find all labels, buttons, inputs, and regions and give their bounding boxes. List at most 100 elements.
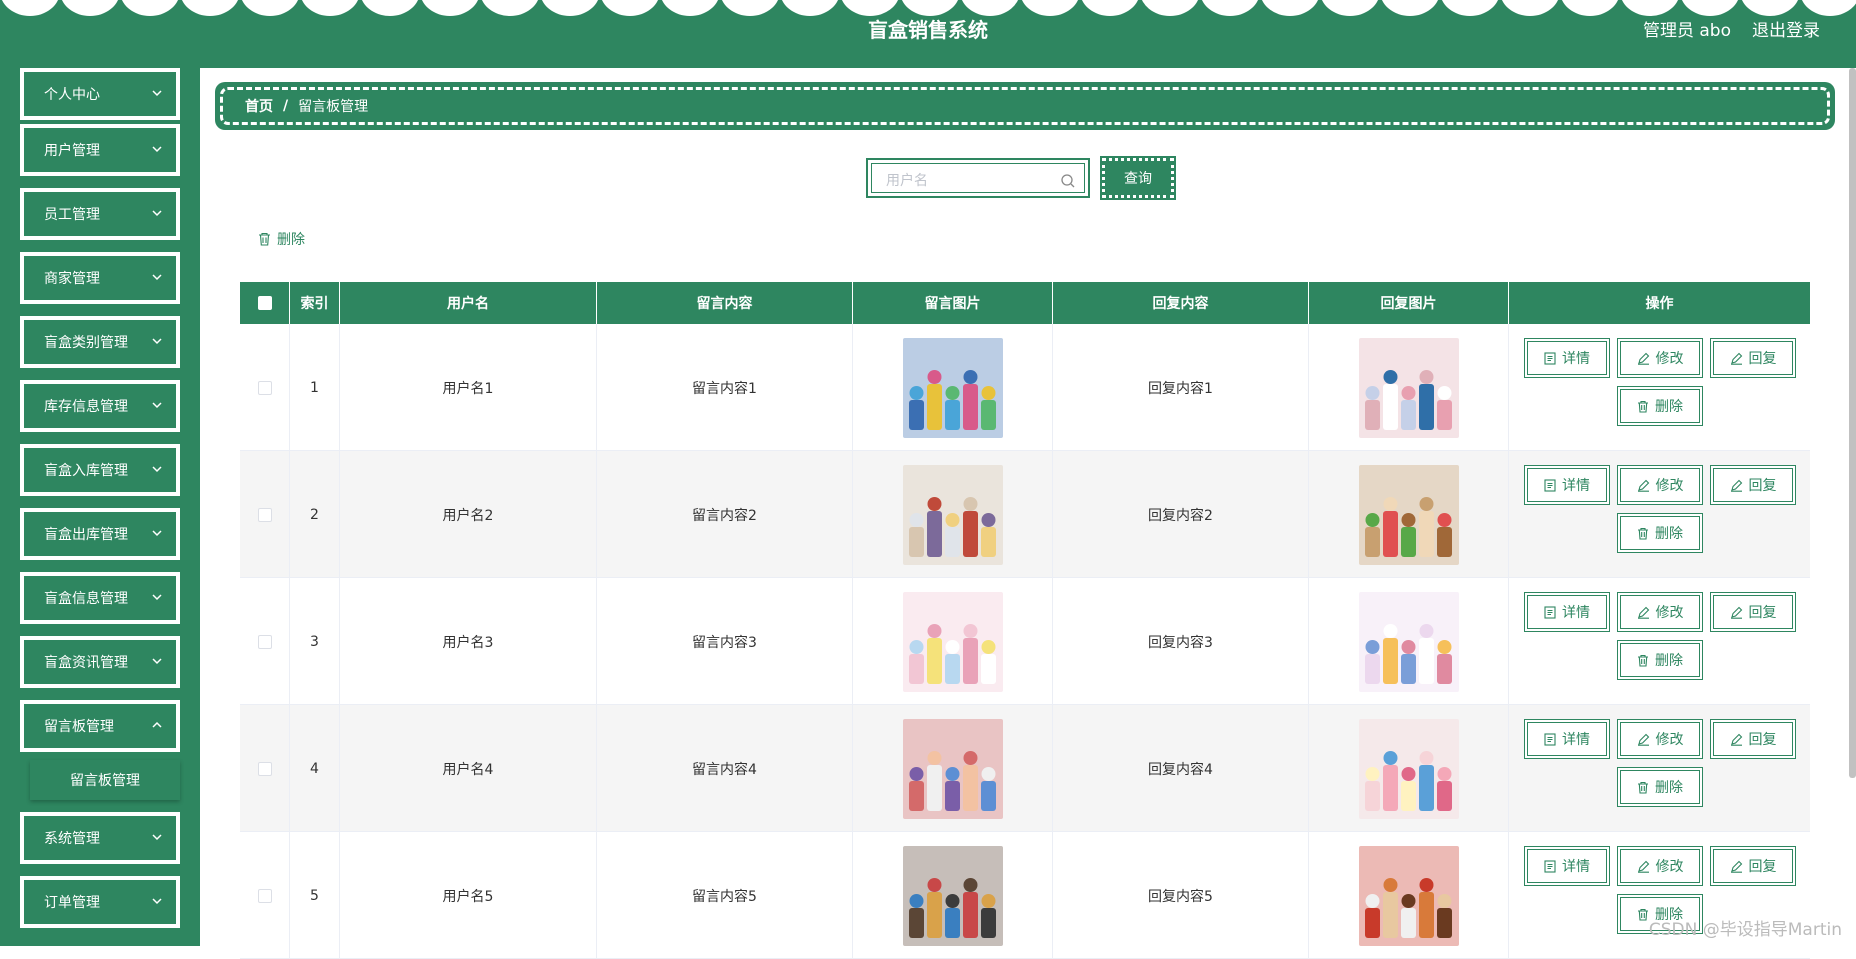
sidebar-item-news[interactable]: 盲盒资讯管理	[20, 636, 180, 688]
cell-reply: 回复内容2	[1053, 451, 1309, 578]
trash-icon	[1637, 908, 1649, 921]
message-image[interactable]	[903, 719, 1003, 819]
sidebar-item-profile[interactable]: 个人中心	[20, 68, 180, 120]
edit-button[interactable]: 修改	[1617, 592, 1703, 632]
message-image[interactable]	[903, 846, 1003, 946]
row-checkbox[interactable]	[258, 381, 272, 395]
cell-actions: 详情 修改回复删除	[1509, 705, 1810, 832]
sidebar-item-stock-in[interactable]: 盲盒入库管理	[20, 444, 180, 496]
reply-image[interactable]	[1359, 846, 1459, 946]
cell-index: 3	[290, 578, 340, 705]
chevron-down-icon	[150, 590, 164, 604]
username-search-input[interactable]	[886, 170, 1056, 192]
chevron-down-icon	[150, 654, 164, 668]
pencil-icon	[1730, 606, 1743, 619]
sidebar-item-box-categories[interactable]: 盲盒类别管理	[20, 316, 180, 368]
sidebar-item-merchants[interactable]: 商家管理	[20, 252, 180, 304]
cell-reply-image	[1309, 705, 1509, 832]
header-select-all[interactable]	[240, 282, 290, 324]
batch-delete-button[interactable]: 删除	[258, 230, 305, 248]
edit-button[interactable]: 修改	[1617, 846, 1703, 886]
row-checkbox[interactable]	[258, 762, 272, 776]
breadcrumb-home-link[interactable]: 首页	[245, 96, 273, 116]
reply-button[interactable]: 回复	[1710, 338, 1796, 378]
edit-label: 修改	[1656, 856, 1684, 876]
delete-label: 删除	[1655, 396, 1683, 416]
reply-button[interactable]: 回复	[1710, 592, 1796, 632]
top-header: 盲盒销售系统 管理员 abo 退出登录	[0, 0, 1856, 68]
vertical-scrollbar[interactable]	[1849, 68, 1856, 778]
delete-button[interactable]: 删除	[1617, 386, 1703, 426]
cell-username: 用户名3	[340, 578, 597, 705]
sidebar-item-label: 库存信息管理	[44, 396, 128, 416]
edit-button[interactable]: 修改	[1617, 338, 1703, 378]
delete-button[interactable]: 删除	[1617, 513, 1703, 553]
header-message-image: 留言图片	[853, 282, 1053, 324]
sidebar-item-orders[interactable]: 订单管理	[20, 876, 180, 928]
sidebar-item-label: 个人中心	[44, 84, 100, 104]
message-image[interactable]	[903, 592, 1003, 692]
reply-button[interactable]: 回复	[1710, 465, 1796, 505]
detail-button[interactable]: 详情	[1524, 719, 1610, 759]
edit-label: 修改	[1656, 475, 1684, 495]
sidebar-item-users[interactable]: 用户管理	[20, 124, 180, 176]
message-image[interactable]	[903, 465, 1003, 565]
pencil-icon	[1730, 733, 1743, 746]
sidebar-item-staff[interactable]: 员工管理	[20, 188, 180, 240]
sidebar-subitem-message-board[interactable]: 留言板管理	[30, 760, 180, 800]
edit-button[interactable]: 修改	[1617, 719, 1703, 759]
current-user-label: 管理员 abo	[1643, 16, 1731, 41]
cell-message-image	[853, 705, 1053, 832]
detail-button[interactable]: 详情	[1524, 592, 1610, 632]
sidebar-item-box-info[interactable]: 盲盒信息管理	[20, 572, 180, 624]
table-row: 1用户名1留言内容1回复内容1详情修改回复删除	[240, 324, 1810, 451]
header-index: 索引	[290, 282, 340, 324]
watermark-text: CSDN @毕设指导Martin	[1649, 915, 1842, 940]
sidebar-item-label: 员工管理	[44, 204, 100, 224]
sidebar-item-label: 留言板管理	[44, 716, 114, 736]
row-checkbox[interactable]	[258, 635, 272, 649]
reply-image[interactable]	[1359, 338, 1459, 438]
cell-reply: 回复内容4	[1053, 705, 1309, 832]
reply-image[interactable]	[1359, 465, 1459, 565]
sidebar-item-message-board[interactable]: 留言板管理	[20, 700, 180, 752]
chevron-down-icon	[150, 526, 164, 540]
sidebar-item-label: 盲盒入库管理	[44, 460, 128, 480]
row-checkbox[interactable]	[258, 889, 272, 903]
reply-button[interactable]: 回复	[1710, 719, 1796, 759]
table-row: 3用户名3留言内容3回复内容3详情修改回复删除	[240, 578, 1810, 705]
sidebar-item-stock-out[interactable]: 盲盒出库管理	[20, 508, 180, 560]
sidebar-item-label: 订单管理	[44, 892, 100, 912]
select-all-checkbox[interactable]	[258, 296, 272, 310]
breadcrumb-inner: 首页 / 留言板管理	[220, 87, 1830, 125]
table-header: 索引 用户名 留言内容 留言图片 回复内容 回复图片 操作	[240, 282, 1810, 324]
edit-button[interactable]: 修改	[1617, 465, 1703, 505]
chevron-down-icon	[150, 142, 164, 156]
sidebar-item-system[interactable]: 系统管理	[20, 812, 180, 864]
detail-button[interactable]: 详情	[1524, 338, 1610, 378]
detail-button[interactable]: 详情	[1524, 465, 1610, 505]
detail-button[interactable]: 详情	[1524, 846, 1610, 886]
search-inner-border	[871, 163, 1085, 193]
search-icon[interactable]	[1060, 173, 1076, 189]
message-image[interactable]	[903, 338, 1003, 438]
table-row: 4用户名4留言内容4回复内容4详情修改回复删除	[240, 705, 1810, 832]
delete-button[interactable]: 删除	[1617, 767, 1703, 807]
query-button[interactable]: 查询	[1102, 158, 1174, 198]
sidebar-item-inventory[interactable]: 库存信息管理	[20, 380, 180, 432]
detail-label: 详情	[1562, 729, 1590, 749]
cell-actions: 详情 修改回复删除	[1509, 324, 1810, 451]
row-checkbox[interactable]	[258, 508, 272, 522]
reply-button[interactable]: 回复	[1710, 846, 1796, 886]
reply-image[interactable]	[1359, 719, 1459, 819]
detail-label: 详情	[1562, 348, 1590, 368]
table-row: 2用户名2留言内容2回复内容2详情修改回复删除	[240, 451, 1810, 578]
logout-link[interactable]: 退出登录	[1752, 16, 1820, 41]
delete-button[interactable]: 删除	[1617, 640, 1703, 680]
reply-image[interactable]	[1359, 592, 1459, 692]
batch-delete-label: 删除	[277, 229, 305, 249]
cell-index: 4	[290, 705, 340, 832]
cell-index: 1	[290, 324, 340, 451]
chevron-down-icon	[150, 86, 164, 100]
pencil-icon	[1730, 479, 1743, 492]
